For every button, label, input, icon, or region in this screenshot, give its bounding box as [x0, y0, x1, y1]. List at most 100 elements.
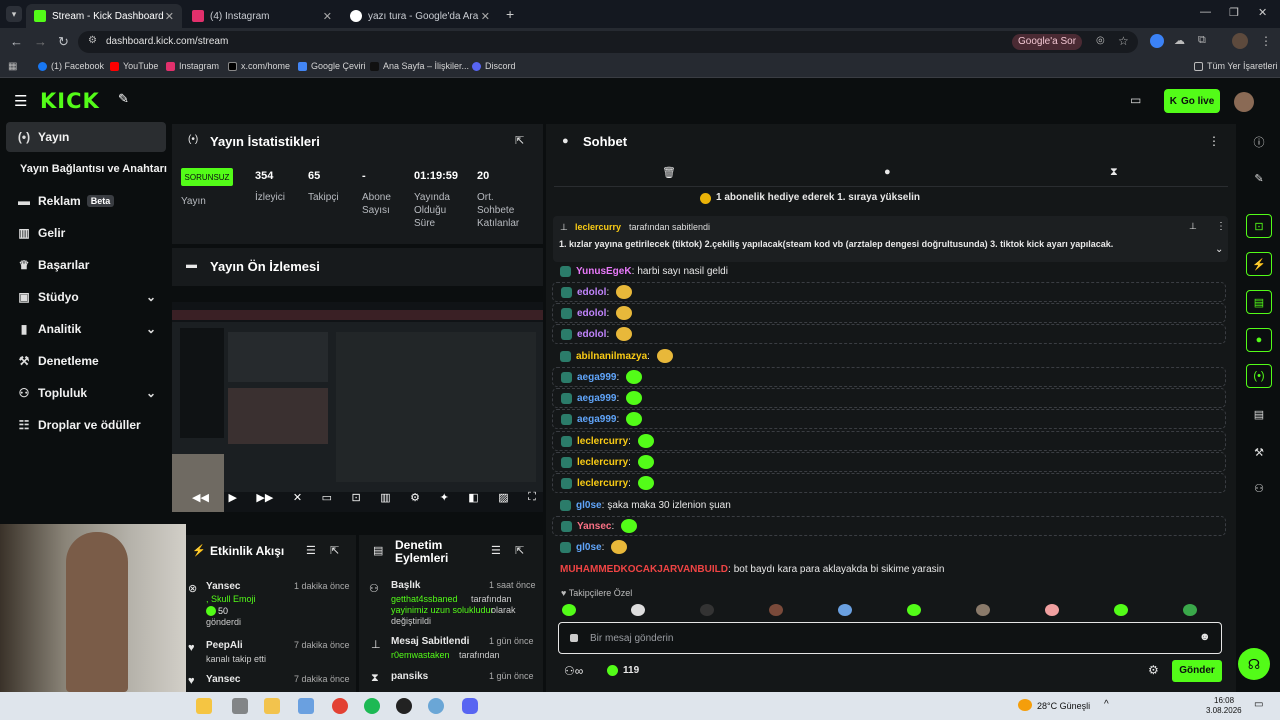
bookmark-relations[interactable]: Ana Sayfa – İlişkiler... — [370, 61, 469, 71]
chat-users-icon[interactable]: ⚇∞ — [564, 664, 583, 678]
chat-username[interactable]: aega999 — [577, 372, 616, 383]
bookmark-youtube[interactable]: YouTube — [110, 61, 158, 71]
kick-logo[interactable]: KICK — [40, 89, 100, 113]
tray-up-icon[interactable]: ^ — [1104, 699, 1109, 710]
discord-icon[interactable] — [462, 698, 478, 714]
green-emote-icon[interactable] — [621, 519, 638, 533]
tab-list-chevron-icon[interactable]: ▾ — [6, 6, 22, 22]
edit-icon[interactable]: ✎ — [1246, 166, 1272, 190]
chat-settings-icon[interactable]: ⚙ — [1148, 663, 1159, 677]
sidebar-item-reklam[interactable]: ▬ Reklam Beta — [6, 186, 166, 216]
chat-username[interactable]: aega999 — [577, 393, 616, 404]
monitor-icon[interactable]: ▭ — [1130, 93, 1141, 107]
bookmark-facebook[interactable]: (1) Facebook — [38, 61, 104, 71]
send-button[interactable]: Gönder — [1172, 660, 1222, 682]
chat-username[interactable]: Yansec — [577, 521, 611, 532]
chat-message[interactable]: leclercurry: — [552, 452, 1226, 472]
tools-icon[interactable]: ✎ — [118, 91, 129, 107]
chat-username[interactable]: MUHAMMEDKOCAKJARVANBUILD — [560, 564, 728, 575]
settings-icon[interactable]: ⚙ — [410, 491, 420, 504]
app-icon[interactable] — [428, 698, 444, 714]
emote-option-icon[interactable] — [838, 604, 852, 616]
go-live-button[interactable]: K Go live — [1164, 89, 1220, 113]
gold-emote-icon[interactable] — [611, 540, 628, 554]
avatar[interactable] — [1234, 92, 1254, 112]
green-emote-icon[interactable] — [626, 370, 643, 384]
green-emote-icon[interactable] — [637, 476, 654, 490]
gold-emote-icon[interactable] — [616, 327, 633, 341]
mod-action-user[interactable]: getthat4ssbaned — [391, 594, 458, 604]
layout-icon[interactable]: ▥ — [380, 491, 390, 504]
gold-emote-icon[interactable] — [616, 306, 633, 320]
notifications-icon[interactable]: ▭ — [1254, 699, 1263, 710]
chat-username[interactable]: leclercurry — [577, 478, 628, 489]
site-info-icon[interactable]: ⚙ — [88, 35, 97, 46]
emote-option-icon[interactable] — [769, 604, 783, 616]
chat-username[interactable]: leclercurry — [577, 436, 628, 447]
filter-icon[interactable]: ☰ — [491, 544, 501, 557]
chat-message[interactable]: YunusEgeK: harbi sayı nasil geldi — [552, 261, 1226, 281]
fullscreen-icon[interactable]: ⛶ — [528, 491, 536, 504]
emote-option-icon[interactable] — [907, 604, 921, 616]
crop-icon[interactable]: ⊡ — [352, 491, 361, 504]
apps-grid-icon[interactable]: ▦ — [8, 61, 17, 72]
extensions-puzzle-icon[interactable]: ⧉ — [1198, 34, 1206, 47]
maximize-icon[interactable]: ❐ — [1229, 6, 1239, 19]
emote-option-icon[interactable] — [976, 604, 990, 616]
chat-username[interactable]: aega999 — [577, 414, 616, 425]
forward-icon[interactable]: → — [34, 34, 47, 49]
chat-message[interactable]: aega999: — [552, 388, 1226, 408]
snipping-tool-icon[interactable] — [298, 698, 314, 714]
all-bookmarks[interactable]: Tüm Yer İşaretleri — [1194, 61, 1278, 71]
emote-option-icon[interactable] — [1045, 604, 1059, 616]
chat-message[interactable]: leclercurry: — [552, 473, 1226, 493]
lightning-icon[interactable]: ⚡ — [1246, 252, 1272, 276]
chat-input[interactable]: Bir mesaj gönderin ☻ — [558, 622, 1222, 654]
layers-icon[interactable]: ▤ — [1246, 402, 1272, 426]
chat-username[interactable]: edolol — [577, 329, 606, 340]
bookmark-discord[interactable]: Discord — [472, 61, 516, 71]
spotify-icon[interactable] — [364, 698, 380, 714]
event-user[interactable]: Yansec — [206, 674, 240, 685]
sidebar-item-droplar[interactable]: ☷ Droplar ve ödüller — [6, 410, 166, 440]
chat-message[interactable]: MUHAMMEDKOCAKJARVANBUILD: bot baydı kara … — [552, 559, 1226, 579]
popout-icon[interactable]: ⇱ — [515, 134, 524, 147]
popout-icon[interactable]: ⇱ — [515, 544, 524, 557]
sidebar-item-studyo[interactable]: ▣ Stüdyo ⌄ — [6, 282, 166, 312]
gold-emote-icon[interactable] — [656, 349, 673, 363]
hourglass-icon[interactable]: ⧗ — [1110, 166, 1118, 179]
scan-icon[interactable]: ⊡ — [1246, 214, 1272, 238]
chat-message[interactable]: gl0se: şaka maka 30 izlenion şuan — [552, 495, 1226, 515]
bookmark-google-translate[interactable]: Google Çeviri — [298, 61, 366, 71]
sidebar-item-basarilar[interactable]: ♛ Başarılar — [6, 250, 166, 280]
extension-icon[interactable] — [1150, 34, 1164, 48]
filter-icon[interactable]: ☰ — [306, 544, 316, 557]
emoji-icon[interactable]: ☻ — [1199, 631, 1211, 643]
chat-icon[interactable]: ● — [1246, 328, 1272, 352]
close-tab-icon[interactable]: ✕ — [165, 10, 174, 23]
obs-icon[interactable] — [396, 698, 412, 714]
pinned-menu-icon[interactable]: ⋮ — [1216, 221, 1226, 232]
info-icon[interactable]: ⓘ — [1246, 130, 1272, 154]
gold-emote-icon[interactable] — [616, 285, 633, 299]
clipboard-icon[interactable]: ▤ — [1246, 290, 1272, 314]
chat-username[interactable]: YunusEgeK — [576, 266, 632, 277]
fast-forward-icon[interactable]: ▶▶ — [256, 491, 273, 504]
chat-username[interactable]: leclercurry — [577, 457, 628, 468]
profile-icon[interactable] — [1232, 33, 1248, 49]
green-emote-icon[interactable] — [626, 412, 643, 426]
mute-icon[interactable]: ✕ — [293, 491, 302, 504]
sidebar-item-topluluk[interactable]: ⚇ Topluluk ⌄ — [6, 378, 166, 408]
wrench-icon[interactable]: ⚒ — [1246, 440, 1272, 464]
support-icon[interactable]: ☊ — [1238, 648, 1270, 680]
bookmark-x[interactable]: x.com/home — [228, 61, 290, 71]
chrome-icon[interactable] — [332, 698, 348, 714]
play-icon[interactable]: ▶ — [228, 491, 236, 504]
chat-message[interactable]: gl0se: — [552, 537, 1226, 557]
green-emote-icon[interactable] — [637, 455, 654, 469]
trash-icon[interactable]: 🗑 — [662, 166, 676, 179]
chat-message[interactable]: edolol: — [552, 282, 1226, 302]
bookmark-instagram[interactable]: Instagram — [166, 61, 219, 71]
image-icon[interactable]: ▨ — [498, 491, 508, 504]
chat-message[interactable]: edolol: — [552, 303, 1226, 323]
